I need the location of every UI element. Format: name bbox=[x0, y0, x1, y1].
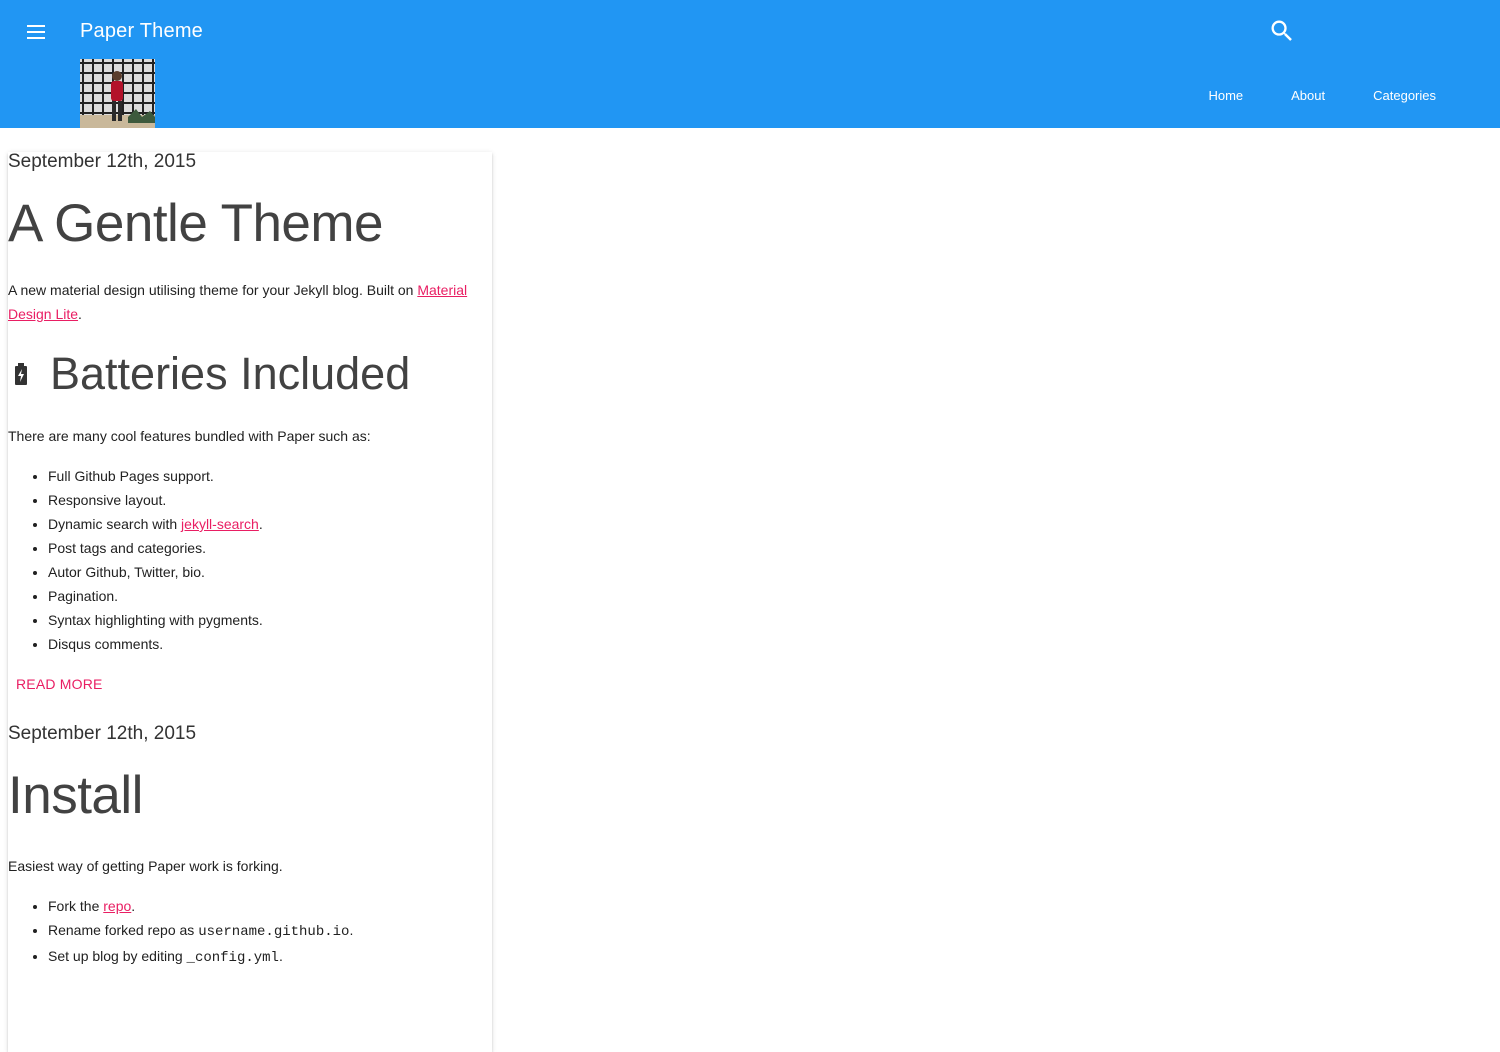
list-item-end: . bbox=[278, 948, 283, 964]
list-item: Full Github Pages support. bbox=[48, 464, 492, 488]
list-item: Rename forked repo as username.github.io… bbox=[48, 918, 492, 944]
repo-link[interactable]: repo bbox=[103, 898, 131, 914]
list-item-text: Rename forked repo as bbox=[48, 922, 199, 938]
list-item: Fork the repo. bbox=[48, 894, 492, 918]
post-date: September 12th, 2015 bbox=[8, 151, 197, 172]
code-snippet: username.github.io bbox=[198, 924, 350, 940]
nav-categories[interactable]: Categories bbox=[1349, 88, 1460, 104]
post-gentle-theme: September 12th, 2015 A Gentle Theme A ne… bbox=[8, 152, 492, 694]
list-item-end: . bbox=[349, 922, 354, 938]
author-avatar bbox=[80, 59, 155, 128]
battery-charging-icon bbox=[15, 363, 27, 385]
list-item-text: Fork the bbox=[48, 898, 104, 914]
read-more-button[interactable]: READ MORE bbox=[8, 676, 111, 692]
nav-home[interactable]: Home bbox=[1184, 88, 1267, 104]
list-item: Syntax highlighting with pygments. bbox=[48, 608, 492, 632]
section-heading-text: Batteries Included bbox=[50, 348, 411, 399]
list-item-end: . bbox=[131, 898, 136, 914]
list-item: Disqus comments. bbox=[48, 632, 492, 656]
post-title[interactable]: A Gentle Theme bbox=[8, 194, 492, 254]
post-intro: A new material design utilising theme fo… bbox=[8, 278, 478, 326]
list-item: Set up blog by editing _config.yml. bbox=[48, 944, 492, 970]
post-intro-text: A new material design utilising theme fo… bbox=[8, 282, 418, 298]
section-heading: Batteries Included bbox=[8, 348, 492, 400]
menu-icon[interactable] bbox=[22, 18, 50, 46]
list-item: Pagination. bbox=[48, 584, 492, 608]
list-item-text: Dynamic search with bbox=[48, 516, 182, 532]
post-date: September 12th, 2015 bbox=[8, 723, 197, 744]
list-item: Responsive layout. bbox=[48, 488, 492, 512]
list-item: Post tags and categories. bbox=[48, 536, 492, 560]
list-item-end: . bbox=[258, 516, 263, 532]
steps-list: Fork the repo. Rename forked repo as use… bbox=[8, 894, 492, 970]
code-snippet: _config.yml bbox=[186, 950, 279, 966]
features-list: Full Github Pages support. Responsive la… bbox=[8, 464, 492, 656]
nav-about[interactable]: About bbox=[1267, 88, 1349, 104]
list-item: Autor Github, Twitter, bio. bbox=[48, 560, 492, 584]
search-icon[interactable] bbox=[1268, 17, 1296, 45]
post-intro: Easiest way of getting Paper work is for… bbox=[8, 858, 283, 874]
list-item: Dynamic search with jekyll-search. bbox=[48, 512, 492, 536]
jekyll-search-link[interactable]: jekyll-search bbox=[181, 516, 259, 532]
main-nav: Home About Categories bbox=[1184, 88, 1460, 104]
post-install: September 12th, 2015 Install Easiest way… bbox=[8, 724, 492, 970]
features-intro: There are many cool features bundled wit… bbox=[8, 428, 371, 444]
post-intro-end: . bbox=[78, 306, 82, 322]
site-title[interactable]: Paper Theme bbox=[80, 20, 203, 43]
posts-card: September 12th, 2015 A Gentle Theme A ne… bbox=[8, 152, 492, 1052]
post-title[interactable]: Install bbox=[8, 766, 492, 826]
list-item-text: Set up blog by editing bbox=[48, 948, 187, 964]
app-header: Paper Theme Home About Categories bbox=[0, 0, 1500, 128]
